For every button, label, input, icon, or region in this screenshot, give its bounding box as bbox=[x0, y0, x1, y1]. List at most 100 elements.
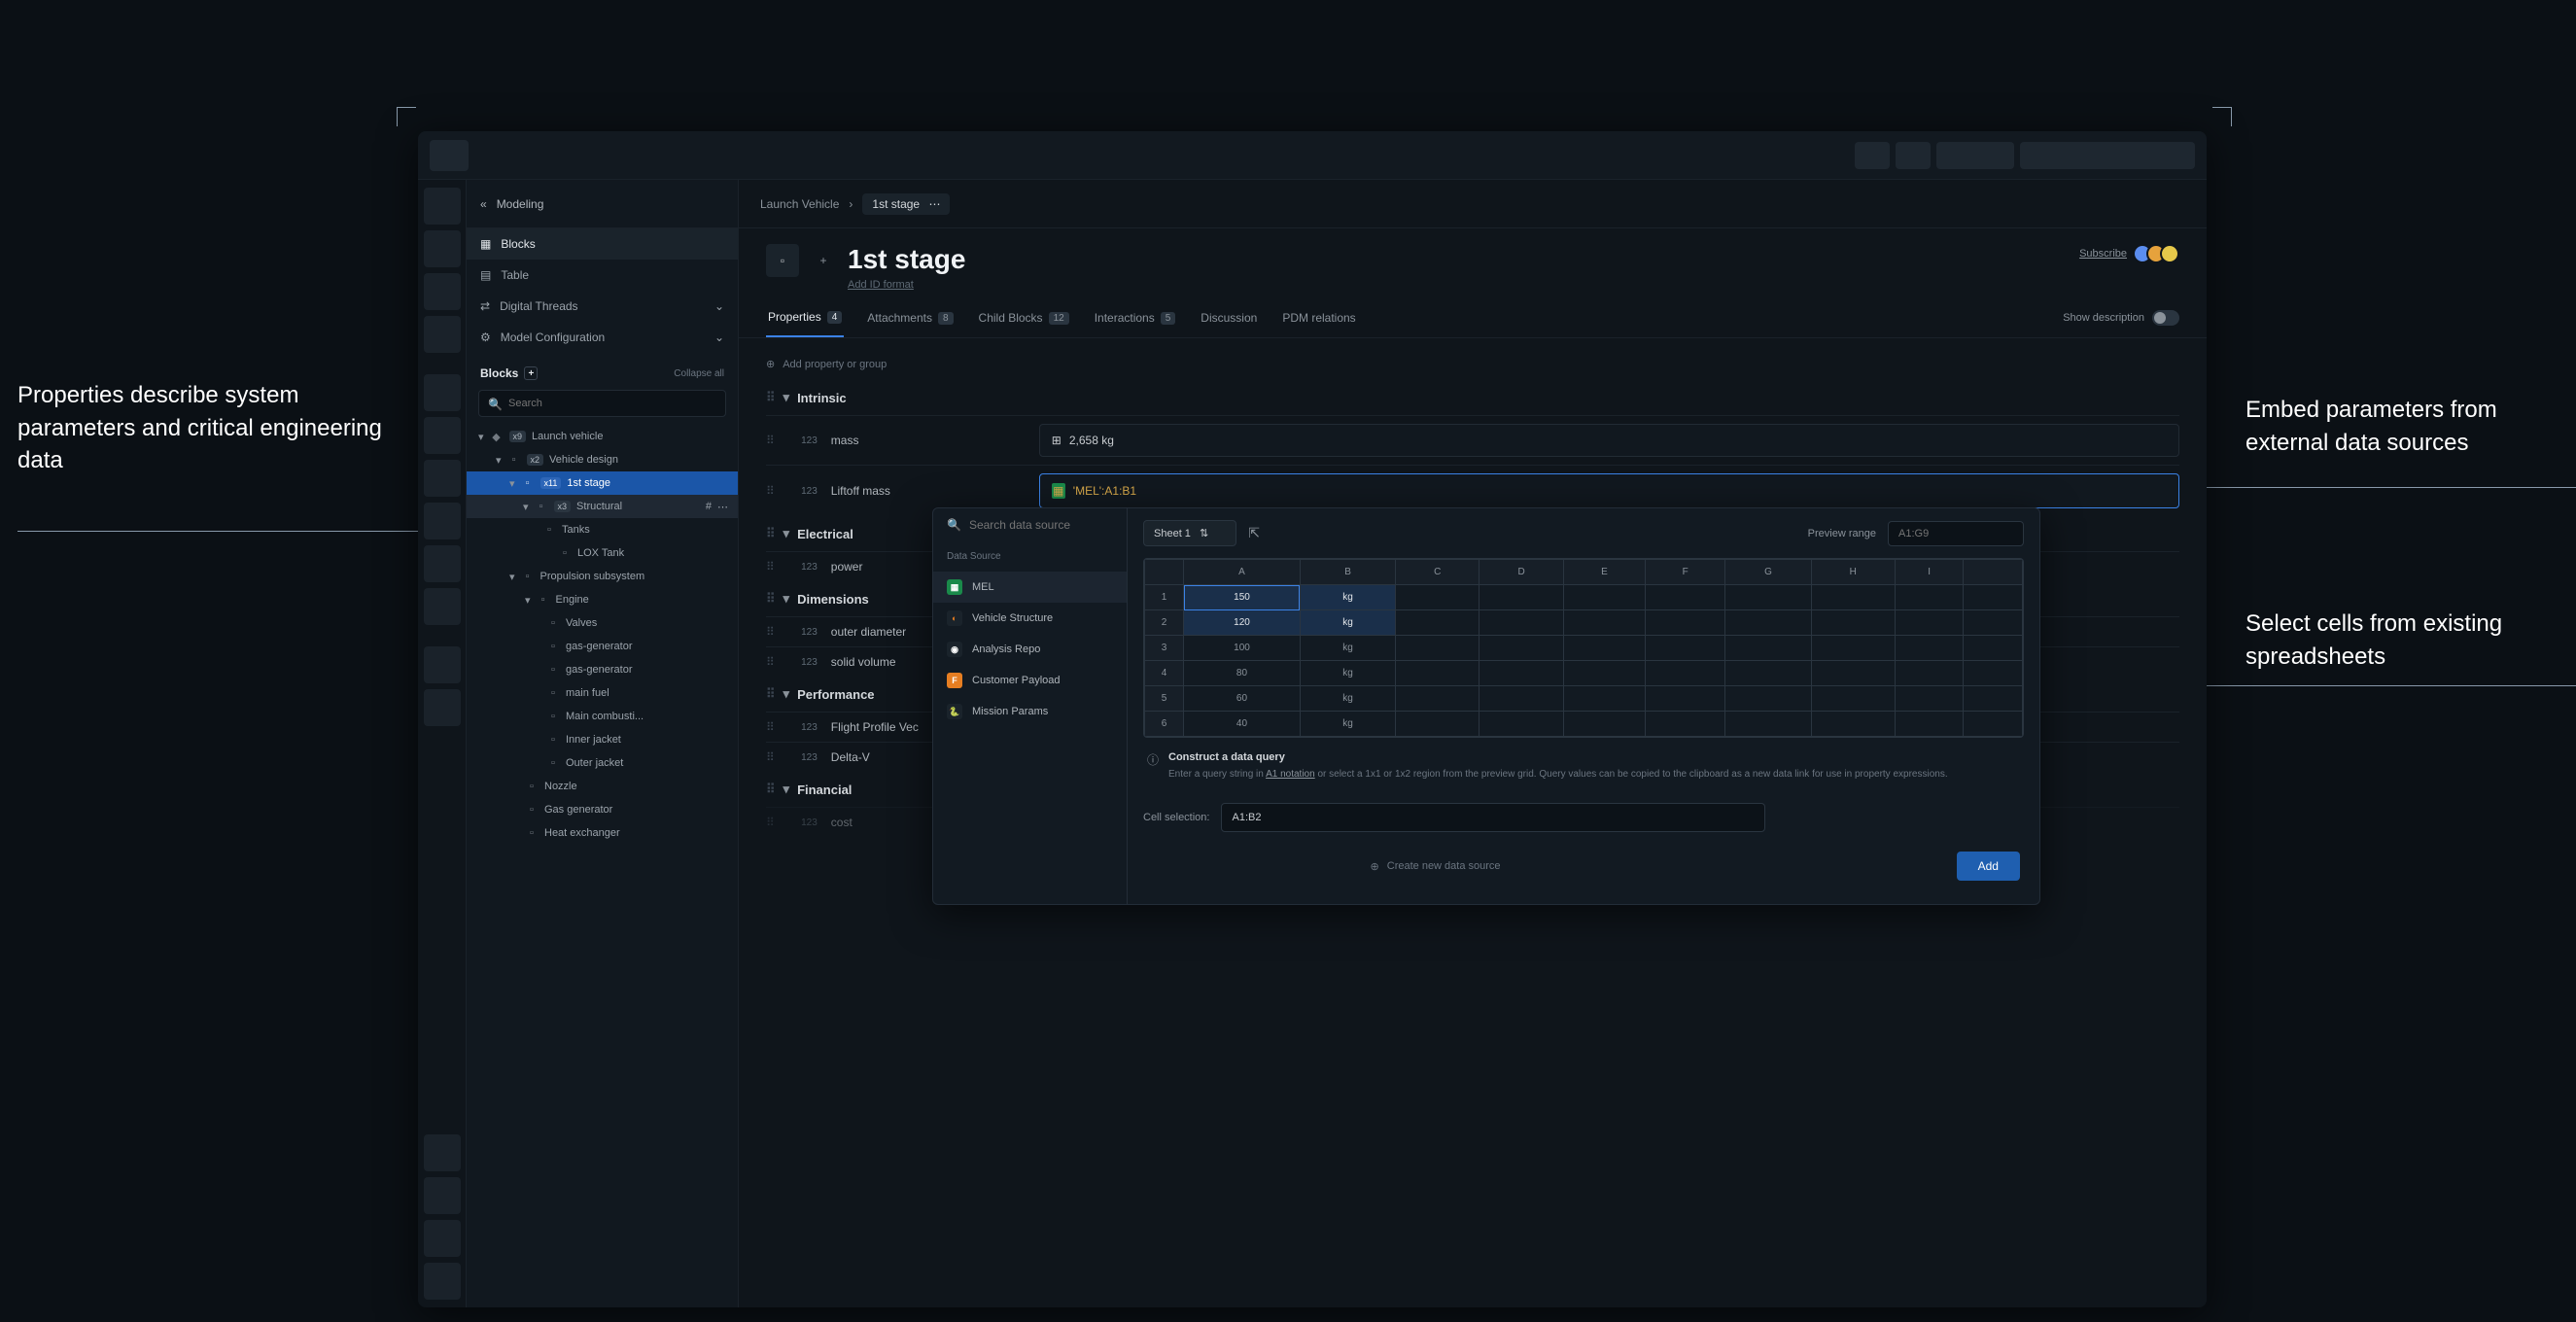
tree-row[interactable]: ▫Nozzle bbox=[467, 775, 738, 798]
tree-row[interactable]: ▫main fuel bbox=[467, 681, 738, 705]
drag-handle-icon[interactable]: ⠿ bbox=[766, 434, 775, 447]
tab-attachments[interactable]: Attachments8 bbox=[865, 299, 955, 336]
tree-row[interactable]: ▫Inner jacket bbox=[467, 728, 738, 751]
add-id-format[interactable]: Add ID format bbox=[848, 279, 965, 291]
tree-row-engine[interactable]: ▾▫Engine bbox=[467, 588, 738, 611]
rail-item[interactable] bbox=[424, 503, 461, 539]
drag-handle-icon[interactable]: ⠿ bbox=[766, 655, 775, 669]
source-item-analysis-repo[interactable]: ◉Analysis Repo bbox=[933, 634, 1127, 665]
source-search[interactable]: 🔍 bbox=[933, 508, 1127, 541]
drag-handle-icon[interactable]: ⠿ bbox=[766, 484, 775, 498]
tree-row[interactable]: ▫gas-generator bbox=[467, 658, 738, 681]
add-icon[interactable]: + bbox=[813, 250, 834, 271]
drag-handle-icon[interactable]: ⠿ bbox=[766, 390, 776, 405]
tree-row-vehicle-design[interactable]: ▾ ▫ x2 Vehicle design bbox=[467, 448, 738, 471]
create-data-source-button[interactable]: ⊕ Create new data source bbox=[1371, 860, 1501, 873]
source-search-input[interactable] bbox=[969, 518, 1120, 532]
drag-handle-icon[interactable]: ⠿ bbox=[766, 526, 776, 541]
preview-range-input[interactable] bbox=[1888, 521, 2024, 546]
drag-handle-icon[interactable]: ⠿ bbox=[766, 686, 776, 702]
show-description-toggle[interactable] bbox=[2152, 310, 2179, 326]
rail-item[interactable] bbox=[424, 545, 461, 582]
add-block-icon[interactable]: + bbox=[524, 366, 538, 380]
crumb-root[interactable]: Launch Vehicle bbox=[760, 197, 839, 211]
tree-row[interactable]: ▫gas-generator bbox=[467, 635, 738, 658]
spreadsheet-preview[interactable]: ABCDEFGHI1150kg2120kg3100kg480kg560kg640… bbox=[1143, 558, 2024, 738]
caret-icon: ▾ bbox=[523, 501, 529, 513]
collapse-sidebar-icon[interactable]: « bbox=[480, 197, 487, 211]
tree-search-input[interactable] bbox=[478, 390, 726, 417]
more-icon[interactable]: ⋯ bbox=[717, 501, 728, 513]
tree-row[interactable]: ▫Gas generator bbox=[467, 798, 738, 821]
drag-handle-icon[interactable]: ⠿ bbox=[766, 816, 775, 829]
collapse-all-button[interactable]: Collapse all bbox=[674, 368, 724, 379]
source-item-mission-params[interactable]: 🐍Mission Params bbox=[933, 696, 1127, 727]
tree-row-lox-tank[interactable]: ▫LOX Tank bbox=[467, 541, 738, 565]
add-button[interactable]: Add bbox=[1957, 852, 2020, 881]
subscribe-link[interactable]: Subscribe bbox=[2079, 248, 2127, 260]
caret-icon[interactable]: ▾ bbox=[783, 390, 790, 405]
tree-row[interactable]: ▫Heat exchanger bbox=[467, 821, 738, 845]
rail-item[interactable] bbox=[424, 1134, 461, 1171]
source-item-mel[interactable]: ▦MEL bbox=[933, 572, 1127, 603]
tab-child-blocks[interactable]: Child Blocks12 bbox=[977, 299, 1071, 336]
caret-icon[interactable]: ▾ bbox=[783, 526, 790, 541]
drag-handle-icon[interactable]: ⠿ bbox=[766, 750, 775, 764]
caret-icon[interactable]: ▾ bbox=[783, 591, 790, 607]
caret-icon[interactable]: ▾ bbox=[783, 686, 790, 702]
cell-selection-input[interactable] bbox=[1221, 803, 1765, 832]
drag-handle-icon[interactable]: ⠿ bbox=[766, 782, 776, 797]
tree-row-valves[interactable]: ▫Valves bbox=[467, 611, 738, 635]
tab-pdm-relations[interactable]: PDM relations bbox=[1280, 299, 1357, 336]
avatar-stack[interactable] bbox=[2139, 244, 2179, 263]
rail-item[interactable] bbox=[424, 316, 461, 353]
rail-item[interactable] bbox=[424, 1263, 461, 1300]
tab-interactions[interactable]: Interactions5 bbox=[1093, 299, 1178, 336]
tree-row-structural[interactable]: ▾ ▫ x3 Structural # ⋯ bbox=[467, 495, 738, 518]
prop-value-input[interactable]: ⊞2,658 kg bbox=[1039, 424, 2179, 457]
rail-item[interactable] bbox=[424, 374, 461, 411]
hash-icon[interactable]: # bbox=[706, 501, 712, 512]
rail-item[interactable] bbox=[424, 188, 461, 225]
tree-row[interactable]: ▫Main combusti... bbox=[467, 705, 738, 728]
rail-item[interactable] bbox=[424, 588, 461, 625]
rail-item[interactable] bbox=[424, 1220, 461, 1257]
nav-digital-threads[interactable]: ⇄ Digital Threads ⌄ bbox=[467, 291, 738, 322]
tree-row-1st-stage[interactable]: ▾ ▫ x11 1st stage bbox=[467, 471, 738, 495]
rail-item[interactable] bbox=[424, 273, 461, 310]
a1-notation-link[interactable]: A1 notation bbox=[1266, 769, 1315, 780]
crumb-current[interactable]: 1st stage ⋯ bbox=[862, 193, 950, 215]
tree-row-tanks[interactable]: ▫Tanks bbox=[467, 518, 738, 541]
tree-row-launch-vehicle[interactable]: ▾ ◆ x9 Launch vehicle bbox=[467, 425, 738, 448]
tree-row[interactable]: ▫Outer jacket bbox=[467, 751, 738, 775]
caret-icon[interactable]: ▾ bbox=[783, 782, 790, 797]
drag-handle-icon[interactable]: ⠿ bbox=[766, 625, 775, 639]
open-external-icon[interactable]: ⇱ bbox=[1248, 525, 1260, 541]
nav-table[interactable]: ▤ Table bbox=[467, 260, 738, 291]
rail-item[interactable] bbox=[424, 417, 461, 454]
sheet-icon: ▦ bbox=[1052, 483, 1065, 499]
rail-item[interactable] bbox=[424, 1177, 461, 1214]
tab-properties[interactable]: Properties4 bbox=[766, 298, 844, 337]
nav-model-config[interactable]: ⚙ Model Configuration ⌄ bbox=[467, 322, 738, 353]
rail-item[interactable] bbox=[424, 230, 461, 267]
tab-count: 5 bbox=[1161, 312, 1176, 325]
rail-item[interactable] bbox=[424, 689, 461, 726]
prop-type-badge: 123 bbox=[788, 752, 818, 763]
rail-item[interactable] bbox=[424, 646, 461, 683]
block-type-icon[interactable]: ▫ bbox=[766, 244, 799, 277]
more-icon[interactable]: ⋯ bbox=[928, 197, 940, 211]
add-property-button[interactable]: ⊕ Add property or group bbox=[766, 348, 2179, 380]
sheet-select[interactable]: Sheet 1 ⇅ bbox=[1143, 520, 1236, 546]
source-item-customer-payload[interactable]: FCustomer Payload bbox=[933, 665, 1127, 696]
prop-value-linked[interactable]: ▦'MEL':A1:B1 bbox=[1039, 473, 2179, 508]
tree-row-propulsion[interactable]: ▾▫Propulsion subsystem bbox=[467, 565, 738, 588]
rail-item[interactable] bbox=[424, 460, 461, 497]
source-item-vehicle-structure[interactable]: ◐Vehicle Structure bbox=[933, 603, 1127, 634]
drag-handle-icon[interactable]: ⠿ bbox=[766, 720, 775, 734]
tab-discussion[interactable]: Discussion bbox=[1199, 299, 1259, 336]
drag-handle-icon[interactable]: ⠿ bbox=[766, 591, 776, 607]
nav-label: Table bbox=[501, 268, 529, 282]
nav-blocks[interactable]: ▦ Blocks bbox=[467, 228, 738, 260]
drag-handle-icon[interactable]: ⠿ bbox=[766, 560, 775, 574]
